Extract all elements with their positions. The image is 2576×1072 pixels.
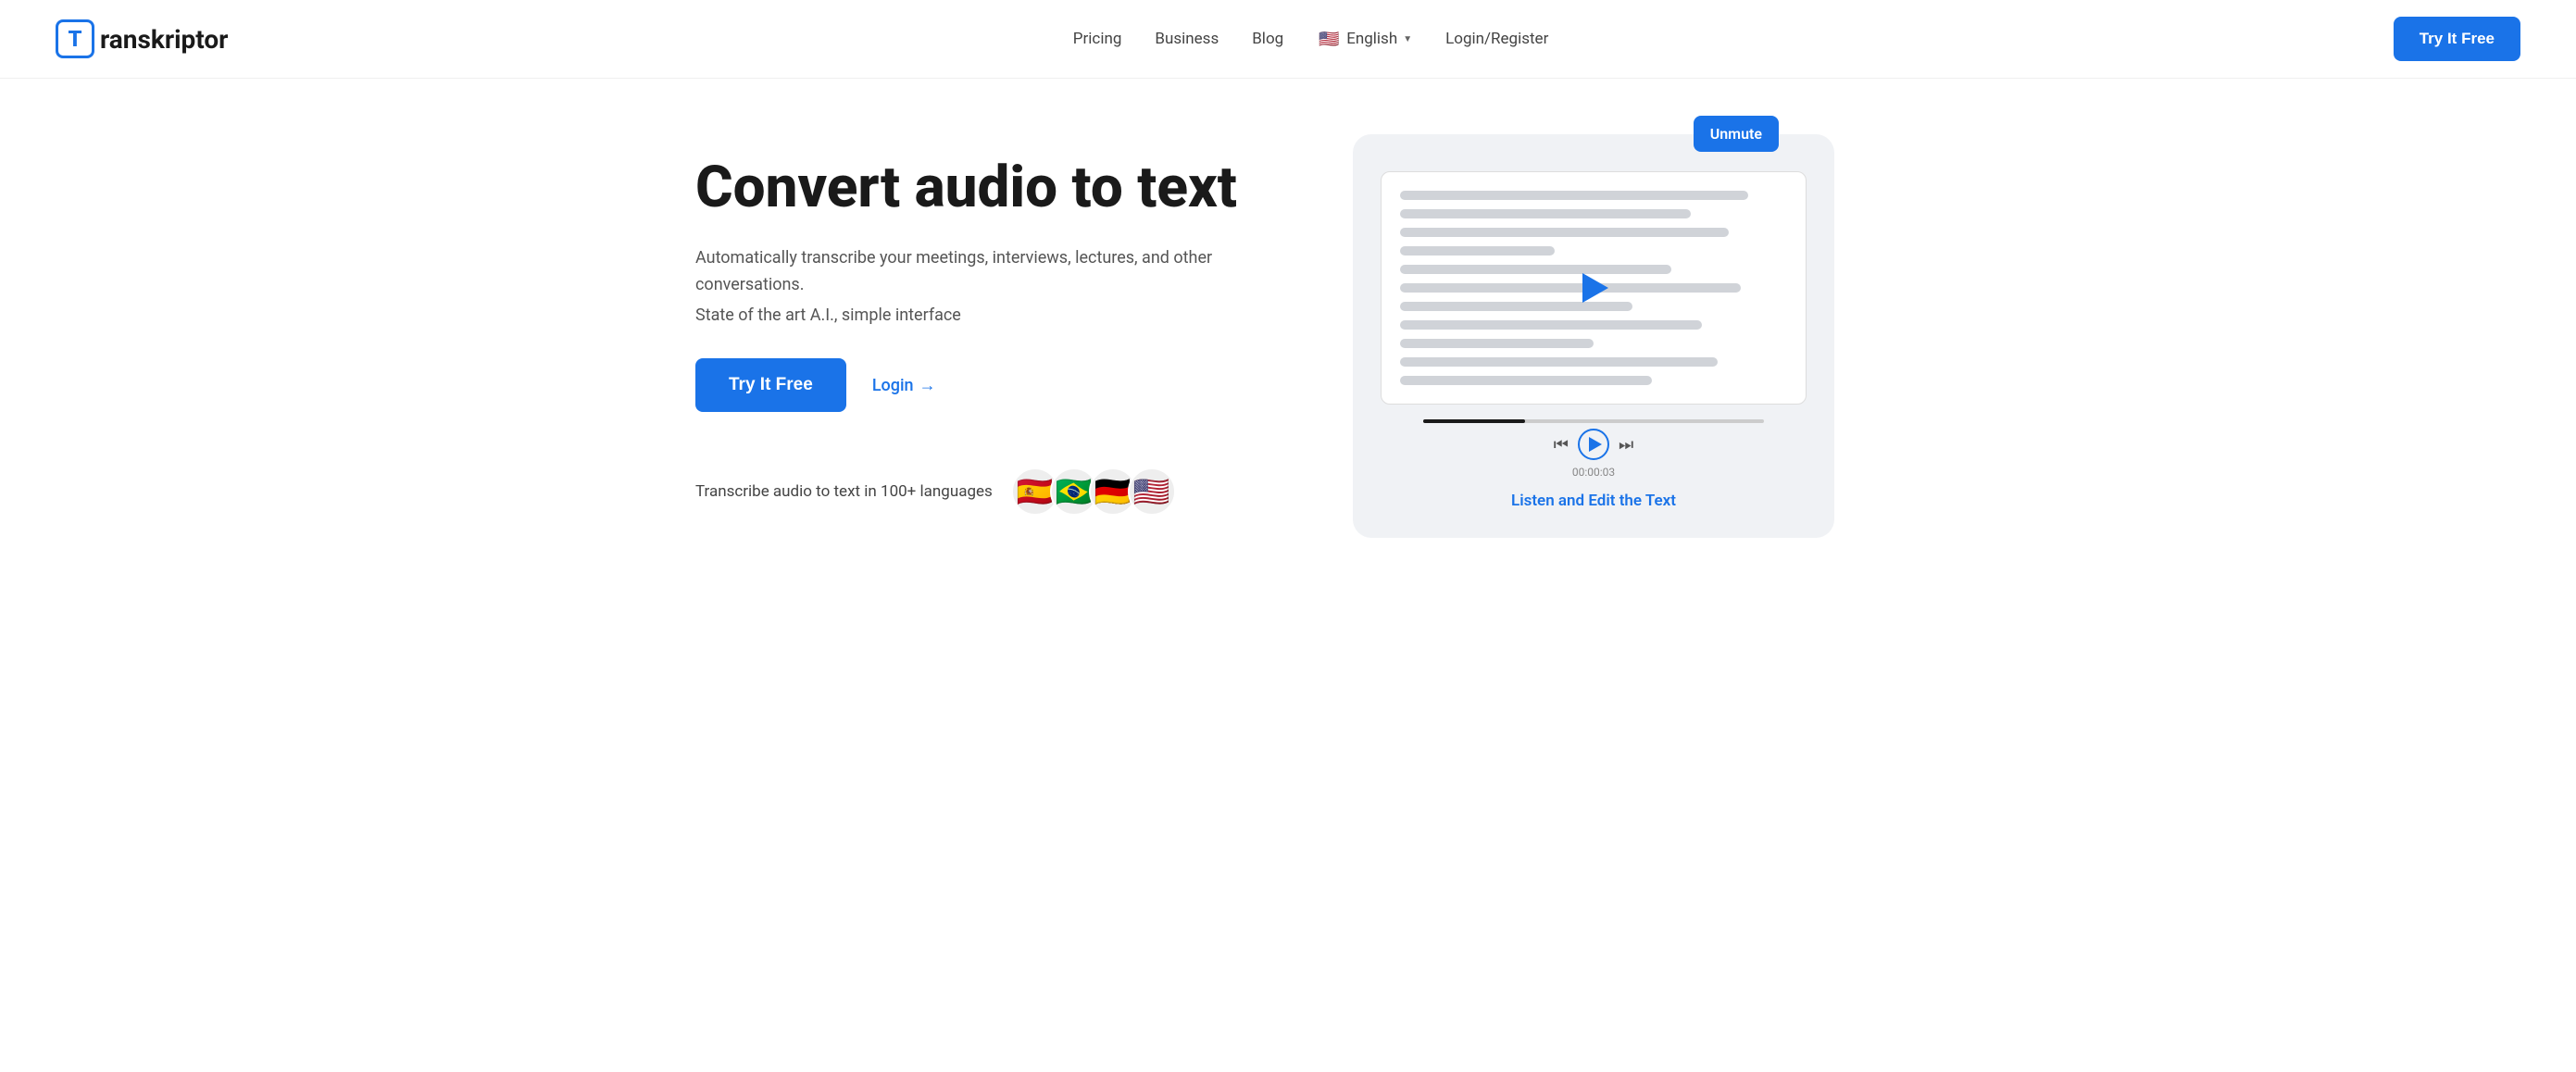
nav-blog[interactable]: Blog xyxy=(1252,30,1283,48)
text-line xyxy=(1400,320,1702,330)
logo-name: ranskriptor xyxy=(100,24,228,55)
language-flag: 🇺🇸 xyxy=(1317,27,1341,51)
hero-description-2: State of the art A.I., simple interface xyxy=(695,305,1251,325)
logo-icon: T xyxy=(56,19,94,58)
text-line xyxy=(1400,209,1691,218)
hero-title: Convert audio to text xyxy=(695,156,1251,219)
language-selector[interactable]: 🇺🇸 English ▼ xyxy=(1317,27,1412,51)
hero-try-button[interactable]: Try It Free xyxy=(695,358,846,412)
hero-login-label: Login xyxy=(872,376,914,395)
text-line xyxy=(1400,339,1594,348)
nav-links: Pricing Business Blog 🇺🇸 English ▼ Login… xyxy=(1073,27,1549,51)
play-icon-overlay[interactable] xyxy=(1579,273,1608,303)
flag-stack: 🇪🇸 🇧🇷 🇩🇪 🇺🇸 xyxy=(1011,467,1176,516)
text-line xyxy=(1400,357,1718,367)
logo-letter: T xyxy=(68,26,81,52)
logo[interactable]: T ranskriptor xyxy=(56,19,228,58)
hero-login-arrow-icon: → xyxy=(919,376,936,395)
language-label: English xyxy=(1346,30,1397,48)
text-line xyxy=(1400,376,1652,385)
edit-caption[interactable]: Listen and Edit the Text xyxy=(1381,492,1807,510)
timestamp: 00:00:03 xyxy=(1572,466,1615,479)
nav-try-button[interactable]: Try It Free xyxy=(2394,17,2520,61)
rewind-button[interactable]: ⏮ xyxy=(1554,435,1569,455)
transcript-box xyxy=(1381,171,1807,405)
hero-actions: Try It Free Login → xyxy=(695,358,1251,412)
audio-player: ⏮ ⏭ 00:00:03 xyxy=(1381,419,1807,479)
chevron-down-icon: ▼ xyxy=(1403,34,1412,44)
play-button[interactable] xyxy=(1578,429,1609,460)
text-line xyxy=(1400,265,1671,274)
hero-description-1: Automatically transcribe your meetings, … xyxy=(695,245,1251,299)
nav-business[interactable]: Business xyxy=(1155,30,1219,48)
nav-pricing[interactable]: Pricing xyxy=(1073,30,1122,48)
play-triangle-icon xyxy=(1582,273,1608,303)
hero-left: Convert audio to text Automatically tran… xyxy=(695,156,1251,517)
player-controls: ⏮ ⏭ xyxy=(1554,429,1633,460)
progress-bar[interactable] xyxy=(1423,419,1764,423)
languages-text: Transcribe audio to text in 100+ languag… xyxy=(695,482,993,501)
text-line xyxy=(1400,302,1632,311)
hero-visual: Unmute xyxy=(1353,134,1834,538)
fast-forward-button[interactable]: ⏭ xyxy=(1619,435,1633,455)
text-line xyxy=(1400,191,1748,200)
hero-right: Unmute xyxy=(1307,134,1881,538)
play-icon xyxy=(1589,437,1602,452)
nav-login[interactable]: Login/Register xyxy=(1445,30,1548,48)
text-line xyxy=(1400,246,1555,256)
hero-login-link[interactable]: Login → xyxy=(872,376,936,395)
unmute-badge[interactable]: Unmute xyxy=(1694,116,1779,152)
navbar: T ranskriptor Pricing Business Blog 🇺🇸 E… xyxy=(0,0,2576,79)
languages-row: Transcribe audio to text in 100+ languag… xyxy=(695,467,1251,516)
text-line xyxy=(1400,283,1741,293)
flag-usa: 🇺🇸 xyxy=(1128,467,1176,516)
hero-section: Convert audio to text Automatically tran… xyxy=(640,79,1936,575)
text-line xyxy=(1400,228,1729,237)
progress-fill xyxy=(1423,419,1525,423)
